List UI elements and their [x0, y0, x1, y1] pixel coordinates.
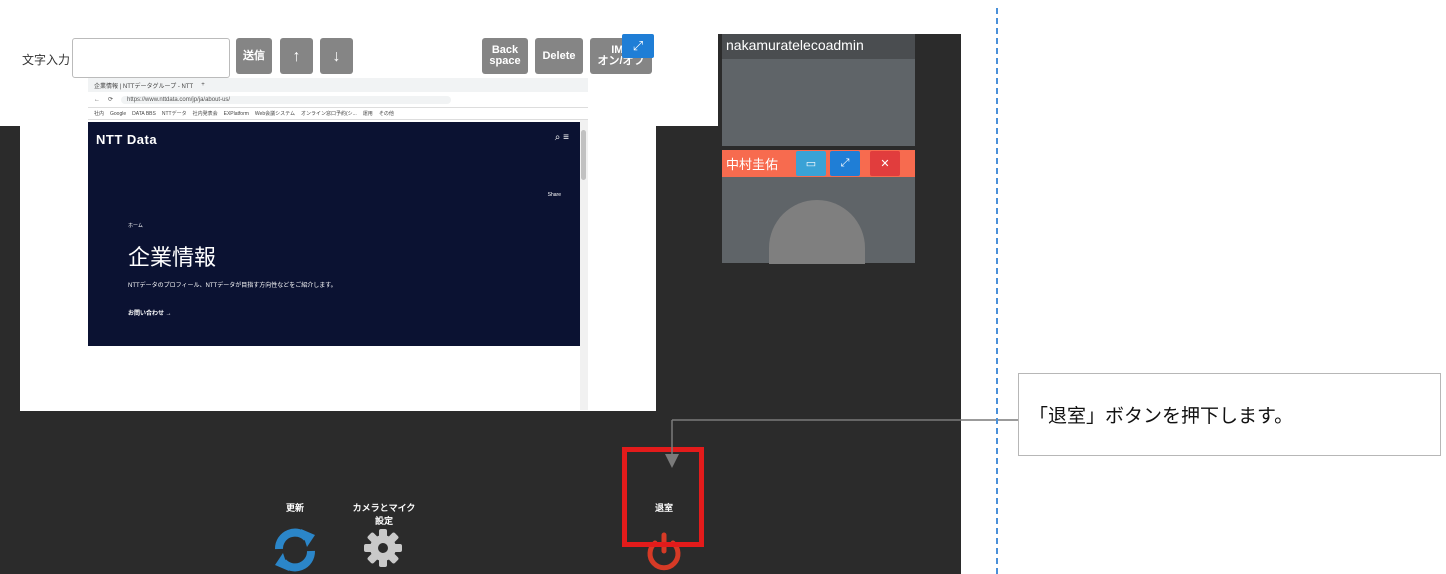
search-menu-icons: ⌕ ≡ — [554, 132, 569, 143]
close-button[interactable]: ✕ — [870, 151, 900, 176]
send-button[interactable]: 送信 — [236, 38, 272, 74]
bookmark-item: 社内 — [94, 111, 105, 117]
contact-link: お問い合わせ → — [128, 311, 172, 317]
share-link: Share — [547, 192, 561, 198]
minimize-button[interactable]: ▭ — [796, 151, 826, 176]
backspace-label-line2: space — [489, 55, 521, 67]
close-icon: ✕ — [880, 158, 890, 170]
shared-browser-window[interactable]: 企業情報 | NTTデータグループ - NTT + ← ⟳ https://ww… — [88, 78, 588, 411]
bookmark-item: 運用 — [362, 111, 373, 117]
bookmark-item: NTTデータ — [161, 111, 187, 117]
annotation-arrow — [665, 419, 1018, 468]
backspace-button[interactable]: Back space — [482, 38, 528, 74]
browser-scrollbar[interactable] — [580, 120, 588, 410]
participant-tile-admin: nakamuratelecoadmin — [722, 34, 915, 146]
camera-mic-label-line2: 設定 — [374, 516, 393, 526]
refresh-icon[interactable] — [271, 527, 319, 573]
bookmark-item: オンライン窓口予約(シ... — [300, 111, 357, 117]
instruction-callout: 「退室」ボタンを押下します。 — [1018, 373, 1441, 456]
expand-icon: ⤢ — [632, 38, 644, 53]
text-input-field[interactable] — [72, 38, 230, 78]
breadcrumb: ホーム — [128, 223, 143, 229]
bookmark-item: Google — [110, 110, 127, 117]
participant-name: 中村圭佑 — [726, 157, 779, 172]
browser-tab: 企業情報 | NTTデータグループ - NTT — [94, 83, 194, 90]
participant-header: 中村圭佑 ▭ ⤢ ✕ — [722, 150, 915, 177]
browser-tab-bar: 企業情報 | NTTデータグループ - NTT + — [88, 78, 588, 92]
down-arrow-button[interactable]: ↓ — [320, 38, 353, 74]
browser-url: https://www.nttdata.com/jp/ja/about-us/ — [121, 95, 452, 104]
page-title: 企業情報 — [128, 245, 217, 270]
camera-mic-label: カメラとマイク 設定 — [344, 501, 424, 527]
text-input-label: 文字入力 — [22, 53, 71, 67]
window-icon: ▭ — [805, 158, 817, 170]
new-tab-icon: + — [201, 82, 205, 88]
avatar-silhouette — [769, 200, 865, 264]
bookmark-item: Web会議システム — [254, 111, 295, 117]
bookmark-item: DATA BBS — [132, 110, 156, 117]
expand-icon: ⤢ — [840, 157, 850, 169]
refresh-label: 更新 — [285, 503, 304, 513]
gear-icon[interactable] — [362, 527, 404, 569]
expand-button[interactable]: ⤢ — [830, 151, 860, 176]
page-subtitle: NTTデータのプロフィール、NTTデータが目指す方向性などをご紹介します。 — [128, 283, 337, 289]
bookmark-item: EXPlatform — [223, 110, 249, 117]
participant-name: nakamuratelecoadmin — [722, 34, 915, 59]
browser-bookmarks-bar: 社内 Google DATA BBS NTTデータ 社内発表会 EXPlatfo… — [88, 108, 588, 120]
browser-address-bar: ← ⟳ https://www.nttdata.com/jp/ja/about-… — [88, 92, 588, 108]
website-hero: NTT Data ⌕ ≡ Share ホーム 企業情報 NTTデータのプロフィー… — [88, 122, 581, 346]
up-arrow-button[interactable]: ↑ — [280, 38, 313, 74]
participant-tile-user: 中村圭佑 ▭ ⤢ ✕ — [722, 150, 915, 264]
camera-mic-label-line1: カメラとマイク — [352, 503, 416, 513]
reload-icon: ⟳ — [108, 97, 114, 103]
dashed-divider — [996, 8, 998, 574]
bookmark-item: 社内発表会 — [192, 111, 218, 117]
delete-button[interactable]: Delete — [535, 38, 583, 74]
video-call-app: 文字入力 送信 ↑ ↓ Back space Delete IME オン/オフ … — [0, 34, 961, 574]
expand-screen-button[interactable]: ⤢ — [622, 34, 654, 58]
bookmark-item: その他 — [378, 111, 394, 117]
back-icon: ← — [94, 96, 100, 103]
ntt-data-logo: NTT Data — [96, 132, 158, 147]
